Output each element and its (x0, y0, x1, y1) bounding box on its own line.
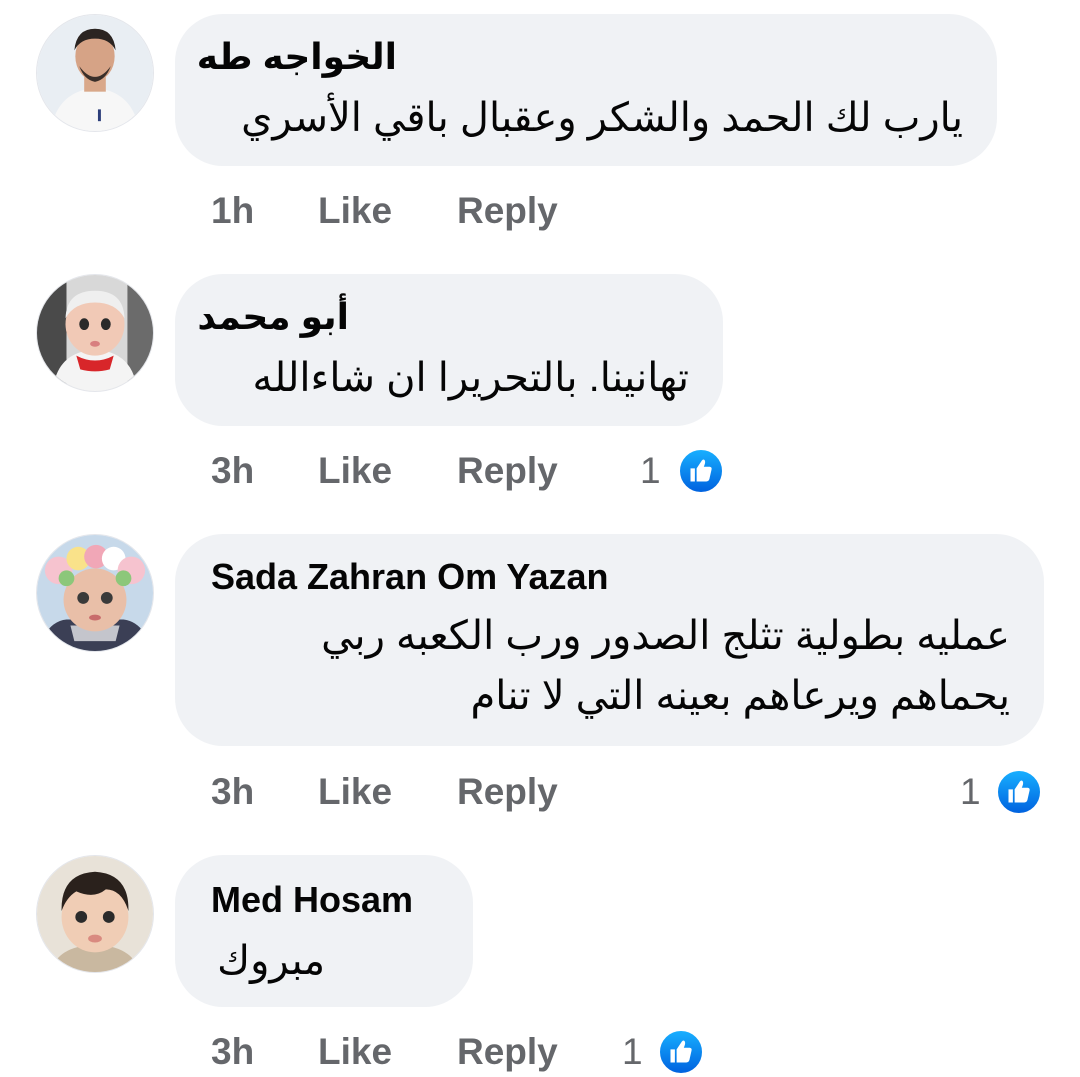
avatar-image (37, 15, 153, 131)
avatar[interactable] (36, 274, 154, 392)
avatar[interactable] (36, 14, 154, 132)
thumbs-up-icon (678, 448, 724, 494)
comment-actions: 3h Like Reply 1 (0, 1027, 1080, 1077)
reply-button[interactable]: Reply (457, 186, 558, 236)
comment-actions: 1h Like Reply (0, 186, 1080, 236)
comment-bubble: Sada Zahran Om Yazan عمليه بطولية تثلج ا… (175, 534, 1044, 746)
comment-bubble: أبو محمد تهانينا. بالتحريرا ان شاءالله (175, 274, 723, 426)
avatar[interactable] (36, 855, 154, 973)
comment-actions: 3h Like Reply 1 (0, 446, 1080, 496)
comment-author[interactable]: أبو محمد (197, 296, 349, 338)
thumbs-up-icon (658, 1029, 704, 1075)
comment-author[interactable]: الخواجه طه (197, 36, 397, 78)
reaction-summary[interactable]: 1 (640, 446, 730, 496)
comment-text-line: عمليه بطولية تثلج الصدور ورب الكعبه ربي (321, 614, 1010, 658)
comment-text: تهانينا. بالتحريرا ان شاءالله (252, 356, 689, 400)
avatar-image (37, 275, 153, 391)
comment-author[interactable]: Med Hosam (211, 879, 413, 921)
avatar-image (37, 856, 153, 972)
reaction-summary[interactable]: 1 (622, 1027, 712, 1077)
comment-text: مبروك (217, 939, 325, 983)
comment-bubble: Med Hosam مبروك (175, 855, 473, 1007)
reply-button[interactable]: Reply (457, 446, 558, 496)
like-button[interactable]: Like (318, 186, 392, 236)
comment-time[interactable]: 1h (211, 186, 254, 236)
comment-text-line: يحماهم ويرعاهم بعينه التي لا تنام (470, 674, 1010, 718)
reaction-count: 1 (640, 450, 661, 491)
reaction-count: 1 (622, 1031, 643, 1072)
comment-time[interactable]: 3h (211, 1027, 254, 1077)
avatar[interactable] (36, 534, 154, 652)
reply-button[interactable]: Reply (457, 1027, 558, 1077)
reply-button[interactable]: Reply (457, 767, 558, 817)
comment-author[interactable]: Sada Zahran Om Yazan (211, 556, 609, 598)
avatar-image (37, 535, 153, 651)
comment-time[interactable]: 3h (211, 767, 254, 817)
comment-text: يارب لك الحمد والشكر وعقبال باقي الأسري (241, 96, 963, 140)
thumbs-up-icon (996, 769, 1042, 815)
comment-actions: 3h Like Reply 1 (0, 767, 1080, 817)
comment-time[interactable]: 3h (211, 446, 254, 496)
reaction-summary[interactable]: 1 (960, 767, 1050, 817)
like-button[interactable]: Like (318, 1027, 392, 1077)
like-button[interactable]: Like (318, 767, 392, 817)
like-button[interactable]: Like (318, 446, 392, 496)
comment-bubble: الخواجه طه يارب لك الحمد والشكر وعقبال ب… (175, 14, 997, 166)
reaction-count: 1 (960, 771, 981, 812)
